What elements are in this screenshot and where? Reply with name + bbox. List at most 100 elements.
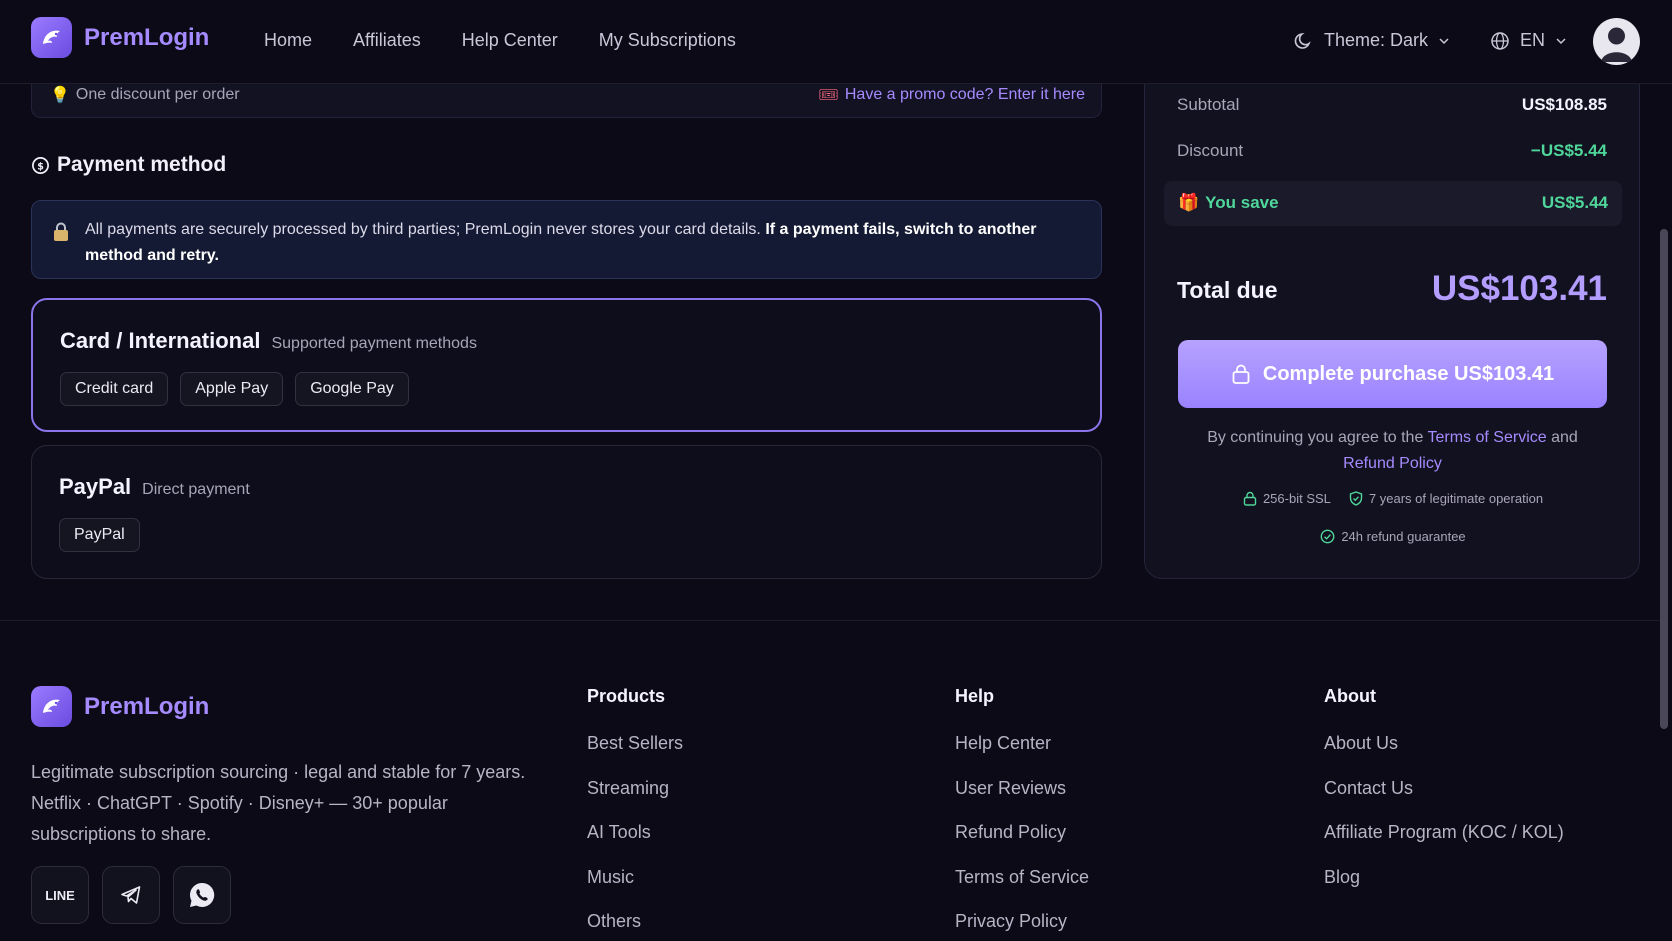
footer-link-music[interactable]: Music	[587, 867, 683, 912]
years-badge: 7 years of legitimate operation	[1349, 491, 1543, 506]
whatsapp-social-button[interactable]	[173, 866, 231, 924]
order-summary: Subtotal US$108.85 Discount −US$5.44 🎁 Y…	[1144, 40, 1640, 579]
footer-column-title: Help	[955, 686, 995, 706]
payment-option-subtitle: Supported payment methods	[271, 335, 477, 352]
refund-badge-text: 24h refund guarantee	[1341, 529, 1466, 544]
subtotal-value: US$108.85	[1521, 95, 1607, 114]
line-icon: LINE	[45, 887, 75, 903]
language-selector[interactable]: EN	[1490, 30, 1567, 51]
user-icon	[1601, 27, 1632, 62]
footer-link-help-center[interactable]: Help Center	[955, 733, 1089, 778]
footer-column-title: Products	[587, 686, 666, 706]
language-label: EN	[1520, 30, 1546, 50]
footer-link-others[interactable]: Others	[587, 911, 683, 941]
payment-option-chips: Credit card Apple Pay Google Pay	[60, 372, 409, 406]
promo-link-text: Have a promo code? Enter it here	[844, 86, 1085, 103]
theme-label: Theme: Dark	[1324, 30, 1429, 50]
payment-option-paypal[interactable]: PayPal Direct payment PayPal	[31, 445, 1102, 579]
footer-column-help: Help Help Center User Reviews Refund Pol…	[955, 686, 1089, 941]
svg-text:$: $	[37, 161, 44, 172]
footer-link-best-sellers[interactable]: Best Sellers	[587, 733, 683, 778]
refund-policy-link[interactable]: Refund Policy	[1343, 455, 1442, 472]
check-circle-icon	[1320, 529, 1335, 544]
refund-badge: 24h refund guarantee	[1320, 529, 1466, 544]
footer-brand-name: PremLogin	[84, 692, 210, 720]
payment-method-heading: $ Payment method	[31, 153, 226, 177]
footer-link-contact-us[interactable]: Contact Us	[1324, 778, 1564, 823]
footer-link-affiliate-program[interactable]: Affiliate Program (KOC / KOL)	[1324, 822, 1564, 867]
nav-affiliates[interactable]: Affiliates	[353, 30, 421, 51]
ssl-badge-text: 256-bit SSL	[1262, 491, 1331, 506]
footer-link-blog[interactable]: Blog	[1324, 867, 1564, 912]
terms-text: By continuing you agree to the Terms of …	[1178, 425, 1607, 477]
notice-main-text: All payments are securely processed by t…	[85, 221, 761, 238]
lock-icon	[54, 222, 68, 241]
telegram-icon	[121, 886, 141, 904]
savings-box: 🎁 You save US$5.44	[1164, 181, 1622, 226]
page-scrollbar[interactable]	[1660, 229, 1668, 729]
nav-home[interactable]: Home	[264, 30, 312, 51]
payment-option-card[interactable]: Card / International Supported payment m…	[31, 298, 1102, 432]
trust-badges-secondary: 24h refund guarantee	[1145, 529, 1641, 544]
footer-link-privacy-policy[interactable]: Privacy Policy	[955, 911, 1089, 941]
payment-option-name: Card / International	[60, 328, 261, 353]
social-links: LINE	[31, 866, 231, 924]
main-nav: Home Affiliates Help Center My Subscript…	[264, 30, 777, 51]
chip-google-pay[interactable]: Google Pay	[295, 372, 409, 406]
lock-icon	[1243, 491, 1257, 506]
terms-prefix: By continuing you agree to the	[1207, 429, 1424, 446]
payment-option-name: PayPal	[59, 474, 132, 499]
chevron-down-icon	[1439, 37, 1449, 44]
footer-link-ai-tools[interactable]: AI Tools	[587, 822, 683, 867]
nav-my-subscriptions[interactable]: My Subscriptions	[599, 30, 736, 51]
user-avatar[interactable]	[1593, 18, 1640, 65]
theme-selector[interactable]: Theme: Dark	[1294, 30, 1450, 51]
promo-code-link[interactable]: 🎟 Have a promo code? Enter it here	[819, 85, 1085, 105]
coin-icon: $	[32, 156, 49, 174]
telegram-social-button[interactable]	[102, 866, 160, 924]
line-social-button[interactable]: LINE	[31, 866, 89, 924]
dolphin-logo-icon	[31, 17, 72, 58]
footer-column-title: About	[1324, 686, 1376, 706]
complete-purchase-label: Complete purchase US$103.41	[1262, 362, 1555, 385]
subtotal-label: Subtotal	[1177, 95, 1240, 114]
nav-help-center[interactable]: Help Center	[462, 30, 558, 51]
chip-apple-pay[interactable]: Apple Pay	[180, 372, 284, 406]
footer-link-terms-of-service[interactable]: Terms of Service	[955, 867, 1089, 912]
brand-logo[interactable]: PremLogin	[31, 17, 209, 58]
footer-link-about-us[interactable]: About Us	[1324, 733, 1564, 778]
payment-option-subtitle: Direct payment	[142, 481, 250, 498]
payment-method-title: Payment method	[57, 153, 227, 176]
complete-purchase-button[interactable]: Complete purchase US$103.41	[1178, 340, 1607, 408]
total-due-label: Total due	[1177, 277, 1278, 303]
chip-credit-card[interactable]: Credit card	[60, 372, 169, 406]
globe-icon	[1491, 31, 1509, 50]
chevron-down-icon	[1556, 37, 1566, 44]
lightbulb-icon: 💡	[50, 87, 70, 104]
shield-icon	[1349, 491, 1363, 506]
total-due-value: US$103.41	[1431, 269, 1607, 308]
footer-divider	[0, 620, 1660, 621]
whatsapp-icon	[190, 882, 215, 907]
trust-badges: 256-bit SSL 7 years of legitimate operat…	[1145, 491, 1641, 506]
discount-row: Discount −US$5.44	[1177, 141, 1607, 161]
ticket-icon: 🎟	[818, 87, 839, 104]
terms-of-service-link[interactable]: Terms of Service	[1428, 429, 1547, 446]
savings-value: US$5.44	[1541, 193, 1608, 212]
top-header: PremLogin Home Affiliates Help Center My…	[0, 0, 1672, 84]
lock-icon	[1232, 364, 1250, 384]
payment-option-title: Card / International Supported payment m…	[60, 328, 477, 354]
footer-link-user-reviews[interactable]: User Reviews	[955, 778, 1089, 823]
footer-link-refund-policy[interactable]: Refund Policy	[955, 822, 1089, 867]
chip-paypal[interactable]: PayPal	[59, 518, 140, 552]
footer-link-streaming[interactable]: Streaming	[587, 778, 683, 823]
ssl-badge: 256-bit SSL	[1243, 491, 1331, 506]
brand-name: PremLogin	[84, 23, 210, 51]
subtotal-row: Subtotal US$108.85	[1177, 95, 1607, 115]
savings-label-wrap: 🎁 You save	[1178, 193, 1279, 213]
promo-note-text: One discount per order	[75, 86, 240, 103]
years-badge-text: 7 years of legitimate operation	[1368, 491, 1544, 506]
savings-label: You save	[1205, 193, 1279, 212]
footer-brand-logo[interactable]: PremLogin	[31, 686, 209, 727]
gift-icon: 🎁	[1178, 193, 1200, 212]
